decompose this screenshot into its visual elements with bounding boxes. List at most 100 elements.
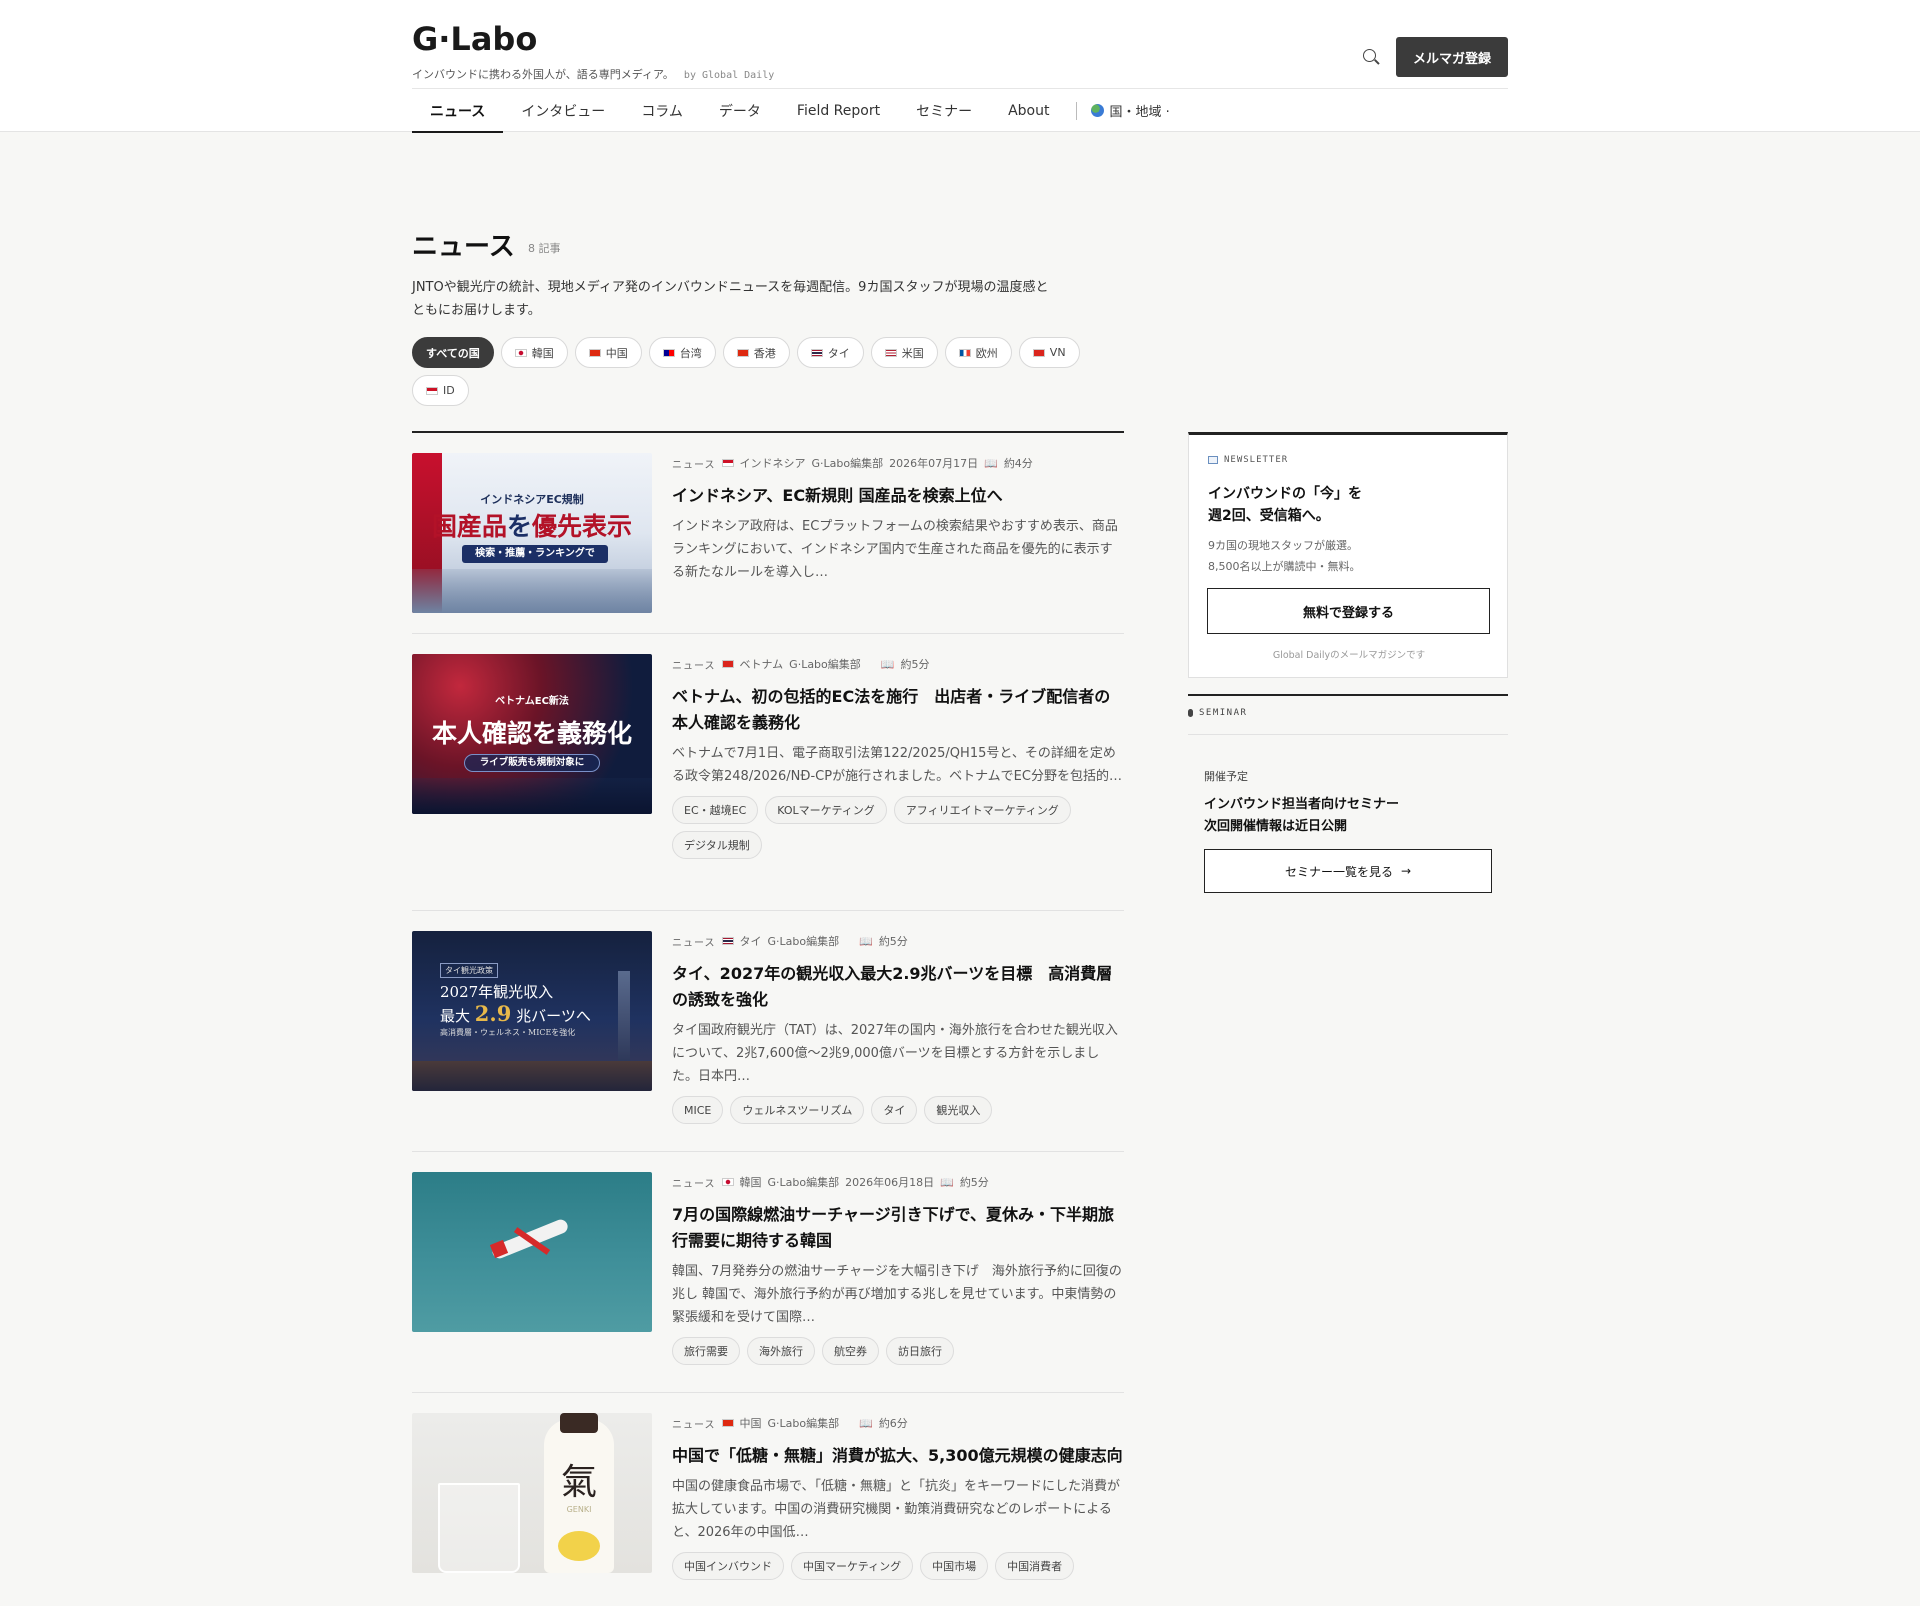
tag-chip[interactable]: タイ xyxy=(871,1096,918,1124)
article-author: G·Labo編集部 xyxy=(811,457,884,470)
seminar-kicker: SEMINAR xyxy=(1188,708,1247,718)
article-excerpt: タイ国政府観光庁（TAT）は、2027年の国内・海外旅行を合わせた観光収入につい… xyxy=(672,1023,1118,1084)
filter-chip-us[interactable]: 米国 xyxy=(870,337,938,368)
filter-chip-vn[interactable]: VN xyxy=(1018,337,1080,368)
article-excerpt: インドネシア政府は、ECプラットフォームの検索結果やおすすめ表示、商品ランキング… xyxy=(672,519,1118,580)
newsletter-register-button[interactable]: 無料で登録する xyxy=(1207,588,1490,634)
filter-chip-tw[interactable]: 台湾 xyxy=(648,337,716,368)
flag-hk-icon xyxy=(736,348,749,357)
article-meta: ニュース インドネシア G·Labo編集部 2026年07月17日 📖 約4分 xyxy=(672,453,1124,473)
article-category: ニュース xyxy=(672,1178,716,1190)
article-title[interactable]: タイ、2027年の観光収入最大2.9兆バーツを目標 高消費層の誘致を強化 xyxy=(672,961,1124,1013)
article-thumbnail[interactable]: ベトナムEC新法 本人確認を義務化 ライブ販売も規制対象に xyxy=(412,654,652,814)
seminar-top-rule xyxy=(1188,694,1508,696)
newsletter-subscribe-button[interactable]: メルマガ登録 xyxy=(1396,37,1508,77)
article-card[interactable]: タイ観光政策 2027年観光収入 最大 2.9 兆バーツへ 高消費層・ウェルネス… xyxy=(412,931,1124,1141)
search-icon[interactable] xyxy=(1358,44,1384,70)
article-category: ニュース xyxy=(672,459,716,471)
filter-chip-id[interactable]: ID xyxy=(412,375,469,406)
filter-chip-hk[interactable]: 香港 xyxy=(722,337,790,368)
nav-region-label: 国・地域 · xyxy=(1109,105,1170,120)
article-card[interactable]: インドネシアEC規制 国産品を優先表示 検索・推薦・ランキングで ニュース イン… xyxy=(412,453,1124,613)
tag-chip[interactable]: 中国マーケティング xyxy=(791,1552,914,1580)
article-title[interactable]: 7月の国際線燃油サーチャージ引き下げで、夏休み・下半期旅行需要に期待する韓国 xyxy=(672,1202,1124,1254)
article-category: ニュース xyxy=(672,937,716,949)
article-tags: MICE ウェルネスツーリズム タイ 観光収入 xyxy=(672,1096,1124,1124)
tag-chip[interactable]: ウェルネスツーリズム xyxy=(730,1096,865,1124)
filter-chip-cn[interactable]: 中国 xyxy=(574,337,642,368)
filter-chip-kr[interactable]: 韓国 xyxy=(500,337,568,368)
article-read-time: 約4分 xyxy=(1003,457,1033,470)
tag-chip[interactable]: 中国消費者 xyxy=(995,1552,1075,1580)
nav-item-news[interactable]: ニュース xyxy=(412,89,504,133)
nav-item-seminar[interactable]: セミナー xyxy=(898,89,990,132)
nav-region-dropdown[interactable]: 国・地域 · xyxy=(1090,101,1170,120)
country-filter-bar: すべての国 韓国 中国 台湾 香港 タイ 米国 欧州 VN ID xyxy=(412,337,1092,406)
tag-chip[interactable]: 中国市場 xyxy=(920,1552,989,1580)
tag-chip[interactable]: 観光収入 xyxy=(924,1096,993,1124)
article-title[interactable]: ベトナム、初の包括的EC法を施行 出店者・ライブ配信者の本人確認を義務化 xyxy=(672,684,1124,736)
article-author: G·Labo編集部 xyxy=(789,658,861,671)
thumb-badge: タイ観光政策 xyxy=(440,963,498,978)
nav-item-field-report[interactable]: Field Report xyxy=(779,89,898,132)
article-excerpt: ベトナムで7月1日、電子商取引法第122/2025/QH15号と、その詳細を定め… xyxy=(672,746,1122,784)
article-thumbnail[interactable] xyxy=(412,1172,652,1332)
article-card[interactable]: ニュース 韓国 G·Labo編集部 2026年06月18日 📖 約5分 7月の国… xyxy=(412,1172,1124,1382)
seminar-list-button[interactable]: セミナー一覧を見る → xyxy=(1204,849,1492,893)
tag-chip[interactable]: 中国インバウンド xyxy=(672,1552,784,1580)
tag-chip[interactable]: アフィリエイトマーケティング xyxy=(893,796,1071,824)
newsletter-card: NEWSLETTER インバウンドの「今」を 週2回、受信箱へ。 9カ国の現地ス… xyxy=(1188,432,1508,678)
microphone-icon xyxy=(1188,709,1193,717)
seminar-divider xyxy=(1188,734,1508,735)
tag-chip[interactable]: 旅行需要 xyxy=(672,1337,740,1365)
article-thumbnail[interactable]: タイ観光政策 2027年観光収入 最大 2.9 兆バーツへ 高消費層・ウェルネス… xyxy=(412,931,652,1091)
article-thumbnail[interactable]: インドネシアEC規制 国産品を優先表示 検索・推薦・ランキングで xyxy=(412,453,652,613)
seminar-status: 開催予定 xyxy=(1204,770,1248,783)
flag-kr-icon xyxy=(514,348,527,357)
nav-item-interview[interactable]: インタビュー xyxy=(503,89,623,132)
filter-chip-eu[interactable]: 欧州 xyxy=(944,337,1012,368)
nav-item-about[interactable]: About xyxy=(990,89,1067,132)
article-card[interactable]: 氣 GENKI ニュース 中国 G·Labo編集部 📖 約6分 中国で「低糖・無… xyxy=(412,1413,1124,1603)
article-card[interactable]: ベトナムEC新法 本人確認を義務化 ライブ販売も規制対象に ニュース ベトナム … xyxy=(412,654,1124,894)
tag-chip[interactable]: MICE xyxy=(672,1096,724,1124)
nav-separator xyxy=(1075,101,1077,120)
tag-chip[interactable]: KOLマーケティング xyxy=(765,796,887,824)
mail-icon xyxy=(1208,456,1218,464)
flag-cn-icon xyxy=(588,348,601,357)
tag-chip[interactable]: EC・越境EC xyxy=(672,796,759,824)
filter-chip-all[interactable]: すべての国 xyxy=(412,337,494,368)
flag-us-icon xyxy=(884,348,897,357)
article-separator xyxy=(412,1151,1124,1152)
article-title[interactable]: インドネシア、EC新規則 国産品を検索上位へ xyxy=(672,483,1124,509)
article-thumbnail[interactable]: 氣 GENKI xyxy=(412,1413,652,1573)
arrow-right-icon: → xyxy=(1400,864,1412,878)
article-country: ベトナム xyxy=(739,658,784,671)
nav-item-column[interactable]: コラム xyxy=(623,89,701,132)
newsletter-kicker: NEWSLETTER xyxy=(1208,455,1288,465)
flag-tw-icon xyxy=(662,348,675,357)
tag-chip[interactable]: デジタル規制 xyxy=(672,831,762,859)
article-read-time: 約6分 xyxy=(878,1417,908,1430)
article-category: ニュース xyxy=(672,660,716,672)
site-logo[interactable]: G·Labo xyxy=(412,20,537,58)
tag-chip[interactable]: 航空券 xyxy=(822,1337,879,1365)
glass-image xyxy=(438,1483,520,1573)
filter-chip-th[interactable]: タイ xyxy=(796,337,864,368)
flag-id-icon xyxy=(721,459,734,467)
article-excerpt: 中国の健康食品市場で、「低糖・無糖」と「抗炎」をキーワードにした消費が拡大してい… xyxy=(672,1479,1120,1540)
book-icon: 📖 xyxy=(859,1416,873,1430)
page-description: JNTOや観光庁の統計、現地メディア発のインバウンドニュースを毎週配信。9カ国ス… xyxy=(412,280,1049,318)
thumb-headline: 本人確認を義務化 xyxy=(431,719,632,748)
article-date: 2026年07月17日 xyxy=(889,457,979,470)
site-tagline: インバウンドに携わる外国人が、語る専門メディア。 by Global Daily xyxy=(412,66,774,82)
thumb-kanji: 氣 xyxy=(560,1462,597,1503)
article-date: 2026年06月18日 xyxy=(845,1176,935,1189)
nav-item-data[interactable]: データ xyxy=(701,89,779,132)
tag-chip[interactable]: 訪日旅行 xyxy=(886,1337,954,1365)
tagline-by: by Global Daily xyxy=(683,70,775,81)
tag-chip[interactable]: 海外旅行 xyxy=(747,1337,815,1365)
article-title[interactable]: 中国で「低糖・無糖」消費が拡大、5,300億元規模の健康志向 xyxy=(672,1443,1124,1469)
article-country: 中国 xyxy=(739,1417,762,1430)
newsletter-description: 9カ国の現地スタッフが厳選。 8,500名以上が購読中・無料。 xyxy=(1208,539,1361,573)
